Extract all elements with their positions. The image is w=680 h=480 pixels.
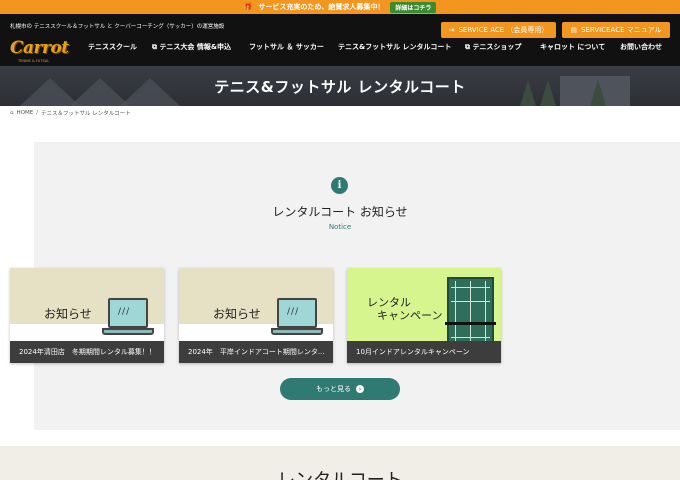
announcement-text: サービス充実のため、絶賛求人募集中！ (258, 3, 385, 11)
card-image-label: レンタル キャンペーン (367, 296, 442, 322)
service-ace-manual-button[interactable]: ▤ SERVICEACE マニュアル (562, 22, 670, 38)
nav-about[interactable]: キャロット について (540, 42, 605, 52)
external-link-icon: ⧉ (152, 43, 157, 51)
service-ace-button[interactable]: ⇥ SERVICE ACE （会員専用） (441, 22, 556, 38)
rental-court-section: レンタルコート (0, 446, 680, 480)
nav-tennis-shop[interactable]: ⧉ テニスショップ (465, 42, 521, 52)
login-icon: ⇥ (448, 26, 455, 34)
logo-subtitle: TENNIS & FUTSAL (18, 59, 50, 63)
notice-card[interactable]: レンタル キャンペーン 10月インドアレンタルキャンペーン (347, 268, 501, 363)
gift-icon: 🎁 (243, 3, 253, 11)
card-caption: 10月インドアレンタルキャンペーン (347, 341, 501, 363)
nav-tennis-tournament[interactable]: ⧉ テニス大会 情報&申込 (152, 42, 231, 52)
laptop-icon: /// (102, 298, 154, 336)
service-ace-manual-label: SERVICEACE マニュアル (581, 26, 662, 34)
card-image-label-line2: キャンペーン (377, 309, 443, 322)
card-image-label-line1: レンタル (367, 296, 411, 309)
see-more-label: もっと見る (316, 385, 351, 393)
nav-rental-court[interactable]: テニス&フットサル レンタルコート (338, 42, 451, 52)
site-tagline: 札幌市の テニススクール＆フットサル と クーバーコーチング（サッカー）の運営施… (10, 24, 225, 30)
service-ace-label: SERVICE ACE （会員専用） (458, 26, 549, 34)
notice-title: レンタルコート お知らせ (272, 205, 408, 219)
notice-card[interactable]: お知らせ /// 2024年清田店 冬期期間レンタル募集！！ (10, 268, 164, 363)
home-icon: ⌂ (10, 110, 14, 116)
site-header: 札幌市の テニススクール＆フットサル と クーバーコーチング（サッカー）の運営施… (0, 14, 680, 66)
notice-card[interactable]: お知らせ /// 2024年 平岸インドアコート期間レンタ... (179, 268, 333, 363)
document-icon: ▤ (570, 26, 578, 34)
nav-tennis-shop-label: テニスショップ (472, 43, 522, 51)
see-more-button[interactable]: もっと見る › (280, 378, 400, 400)
breadcrumb-home[interactable]: HOME (17, 110, 34, 116)
site-logo[interactable]: Carrot (10, 38, 69, 58)
tennis-court-icon (445, 277, 496, 348)
external-link-icon: ⧉ (465, 43, 470, 51)
card-caption: 2024年 平岸インドアコート期間レンタ... (179, 341, 333, 363)
nav-tennis-tournament-label: テニス大会 情報&申込 (159, 43, 231, 51)
breadcrumb-current: テニス＆フットサル レンタルコート (41, 111, 131, 117)
nav-futsal-soccer[interactable]: フットサル ＆ サッカー (249, 42, 324, 52)
rental-court-heading: レンタルコート (0, 466, 680, 480)
details-button[interactable]: 詳細はコチラ (390, 1, 437, 13)
info-icon: i (331, 177, 348, 194)
breadcrumb: ⌂ HOME / テニス＆フットサル レンタルコート (10, 109, 131, 117)
card-caption: 2024年清田店 冬期期間レンタル募集！！ (10, 341, 164, 363)
arrow-right-icon: › (356, 385, 364, 393)
breadcrumb-separator: / (36, 110, 39, 116)
announcement-bar: 🎁 サービス充実のため、絶賛求人募集中！ 詳細はコチラ (0, 0, 680, 14)
laptop-icon: /// (271, 298, 323, 336)
page-title: テニス&フットサル レンタルコート (214, 77, 466, 96)
hero-banner: テニス&フットサル レンタルコート (0, 66, 680, 106)
card-image-label: お知らせ (44, 307, 92, 321)
nav-tennis-school[interactable]: テニススクール (88, 42, 137, 52)
card-image-label: お知らせ (213, 307, 261, 321)
nav-contact[interactable]: お問い合わせ (620, 42, 662, 52)
notice-subtitle: Notice (328, 223, 352, 231)
